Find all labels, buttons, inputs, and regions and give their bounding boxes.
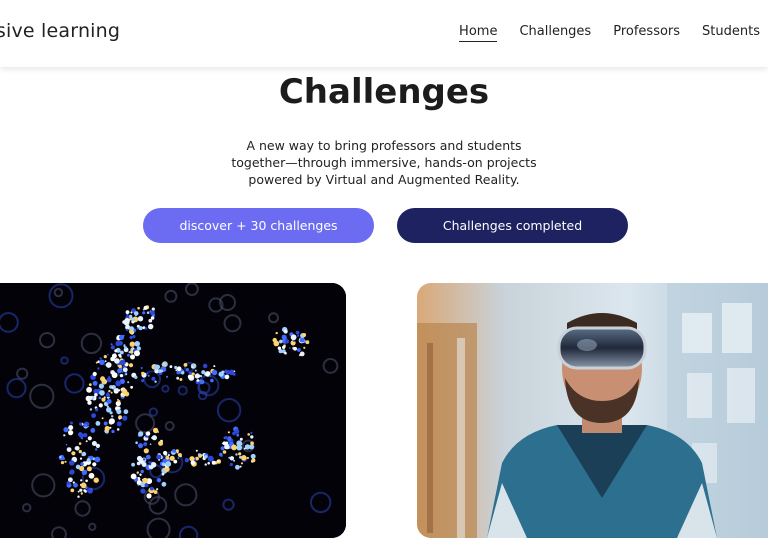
page-subtitle: A new way to bring professors and studen… xyxy=(231,137,537,187)
challenges-completed-button[interactable]: Challenges completed xyxy=(397,208,628,243)
nav-professors-link[interactable]: Professors xyxy=(613,24,680,42)
site-header: ersive learning Home Challenges Professo… xyxy=(0,0,768,67)
vr-headset-man-image xyxy=(417,283,768,538)
brand-logo-text[interactable]: ersive learning xyxy=(0,20,120,42)
nav-challenges-link[interactable]: Challenges xyxy=(519,24,591,42)
particle-figure-graphic xyxy=(0,283,346,538)
nav-home-link[interactable]: Home xyxy=(459,24,498,42)
discover-challenges-button[interactable]: discover + 30 challenges xyxy=(143,208,374,243)
main-nav: Home Challenges Professors Students xyxy=(459,24,760,42)
particle-figure-image xyxy=(0,283,346,538)
page-title: Challenges xyxy=(278,72,490,112)
nav-students-link[interactable]: Students xyxy=(702,24,760,42)
vr-headset-man-graphic xyxy=(417,283,768,538)
